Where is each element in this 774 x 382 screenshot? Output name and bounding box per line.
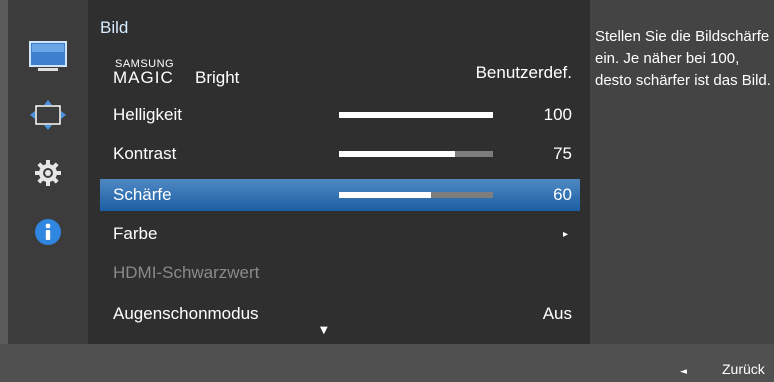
submenu-arrow-icon: ▸ bbox=[562, 228, 568, 240]
slider-fill bbox=[339, 192, 432, 198]
eye-saver-value: Aus bbox=[542, 304, 572, 323]
menu-item-kontrast[interactable]: Kontrast 75 bbox=[100, 138, 580, 170]
menu-item-label: HDMI-Schwarzwert bbox=[113, 263, 260, 282]
picture-icon[interactable] bbox=[26, 38, 70, 78]
magic-bright-label: Bright bbox=[195, 68, 240, 87]
footer-bar bbox=[0, 344, 774, 382]
sharpness-slider[interactable] bbox=[339, 192, 493, 198]
menu-item-label: Farbe bbox=[113, 224, 158, 243]
brightness-value: 100 bbox=[543, 105, 572, 124]
menu-item-hdmi-schwarzwert: HDMI-Schwarzwert bbox=[100, 257, 580, 289]
back-button[interactable]: Zurück bbox=[722, 361, 765, 377]
back-arrow-icon: ◄ bbox=[680, 367, 687, 377]
magic-wordmark: MAGIC bbox=[113, 68, 174, 87]
menu-item-schaerfe[interactable]: Schärfe 60 bbox=[100, 179, 580, 211]
help-text: Stellen Sie die Bildschärfe ein. Je nähe… bbox=[595, 28, 771, 89]
menu-item-helligkeit[interactable]: Helligkeit 100 bbox=[100, 99, 580, 131]
menu-item-farbe[interactable]: Farbe ▸ bbox=[100, 218, 580, 250]
gear-icon[interactable] bbox=[26, 153, 70, 193]
info-icon[interactable] bbox=[26, 212, 70, 252]
slider-fill bbox=[339, 151, 455, 157]
edge-strip bbox=[0, 0, 8, 382]
magic-bright-logo: SAMSUNG MAGIC Bright bbox=[113, 58, 243, 88]
contrast-value: 75 bbox=[553, 144, 572, 163]
position-arrows-icon[interactable] bbox=[26, 96, 70, 136]
menu-item-magic-bright[interactable]: SAMSUNG MAGIC Bright Benutzerdef. bbox=[100, 57, 580, 89]
menu-item-label: Augenschonmodus bbox=[113, 304, 259, 323]
brightness-slider[interactable] bbox=[339, 112, 493, 118]
menu-item-label: Helligkeit bbox=[113, 105, 182, 124]
picture-menu-panel bbox=[88, 0, 590, 344]
menu-item-augenschonmodus[interactable]: Augenschonmodus Aus bbox=[100, 298, 580, 330]
menu-item-label: Kontrast bbox=[113, 144, 177, 163]
sharpness-value: 60 bbox=[553, 185, 572, 204]
menu-item-label: Schärfe bbox=[113, 185, 172, 204]
menu-title: Bild bbox=[100, 18, 129, 37]
scroll-down-icon[interactable]: ▼ bbox=[320, 325, 328, 336]
contrast-slider[interactable] bbox=[339, 151, 493, 157]
magic-bright-value: Benutzerdef. bbox=[475, 63, 572, 82]
slider-fill bbox=[339, 112, 493, 118]
